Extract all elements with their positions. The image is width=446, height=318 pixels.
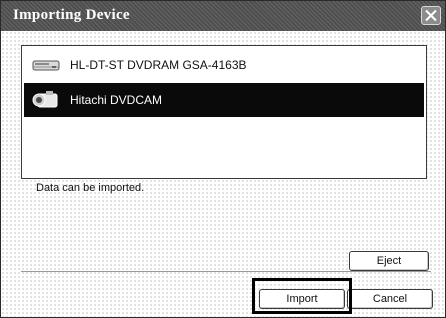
device-item-camcorder[interactable]: Hitachi DVDCAM — [24, 83, 424, 117]
import-highlight-callout — [252, 278, 352, 314]
device-label: HL-DT-ST DVDRAM GSA-4163B — [70, 58, 247, 72]
divider — [21, 271, 431, 272]
device-item-dvdram[interactable]: HL-DT-ST DVDRAM GSA-4163B — [24, 48, 424, 82]
device-list[interactable]: HL-DT-ST DVDRAM GSA-4163B Hitachi DVDCAM — [21, 45, 427, 179]
camcorder-icon — [32, 89, 60, 111]
close-icon — [425, 9, 437, 22]
eject-button[interactable]: Eject — [349, 251, 429, 271]
close-button[interactable] — [421, 6, 441, 25]
importing-device-dialog: Importing Device HL-DT-ST DVDRAM GSA-416… — [0, 0, 446, 318]
device-label: Hitachi DVDCAM — [70, 93, 163, 107]
window-title: Importing Device — [13, 7, 130, 23]
optical-drive-icon — [32, 54, 60, 76]
status-message: Data can be imported. — [36, 182, 145, 194]
title-bar[interactable]: Importing Device — [1, 1, 445, 31]
cancel-button[interactable]: Cancel — [347, 289, 433, 309]
